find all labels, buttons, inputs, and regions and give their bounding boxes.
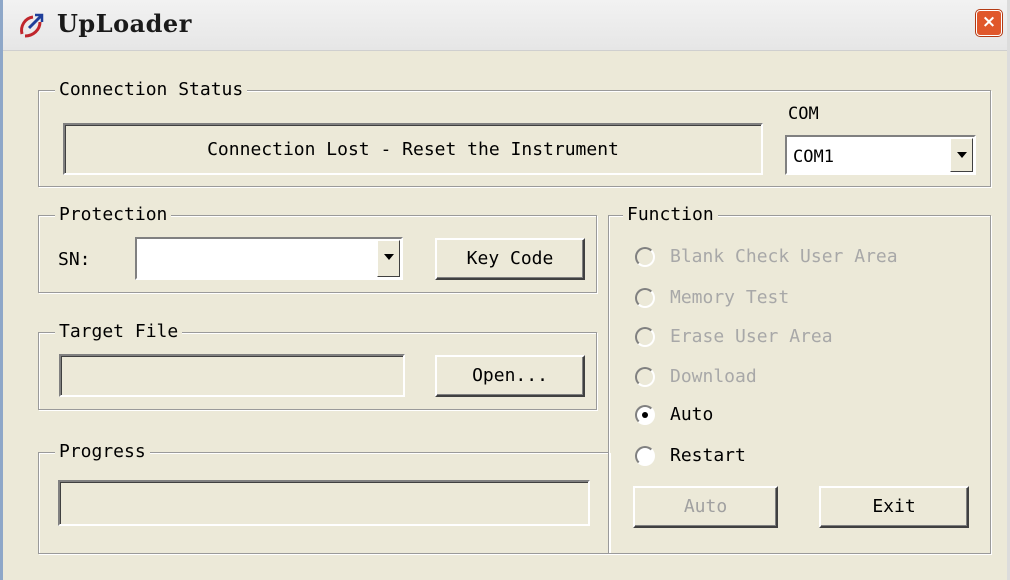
- uploader-window: UpLoader × Connection Status Connection …: [0, 0, 1010, 580]
- protection-legend: Protection: [55, 203, 172, 227]
- chevron-down-icon[interactable]: [377, 240, 400, 277]
- exit-button-label: Exit: [872, 496, 916, 517]
- progress-legend: Progress: [55, 440, 150, 464]
- uploader-app-icon: [20, 13, 44, 38]
- com-port-select[interactable]: COM1: [785, 135, 976, 175]
- com-port-value: COM1: [793, 147, 834, 167]
- connection-status-legend: Connection Status: [55, 78, 248, 102]
- connection-status-text: Connection Lost - Reset the Instrument: [207, 139, 619, 160]
- auto-run-button-label: Auto: [683, 496, 728, 517]
- radio-label: Memory Test: [670, 287, 790, 308]
- radio-label: Auto: [670, 404, 714, 425]
- chevron-down-icon[interactable]: [950, 138, 973, 172]
- target-file-path-field[interactable]: [59, 354, 405, 397]
- open-file-button-label: Open...: [472, 365, 548, 386]
- radio-button[interactable]: [635, 288, 655, 308]
- radio-label: Download: [670, 366, 757, 387]
- sn-select[interactable]: [135, 237, 403, 280]
- window-title: UpLoader: [57, 9, 192, 38]
- auto-run-button[interactable]: Auto: [633, 486, 778, 528]
- key-code-button-label: Key Code: [466, 248, 554, 269]
- open-file-button[interactable]: Open...: [435, 355, 585, 397]
- radio-button[interactable]: [635, 247, 655, 267]
- radio-selected-dot: [642, 412, 648, 418]
- exit-button[interactable]: Exit: [819, 486, 969, 528]
- radio-button[interactable]: [635, 327, 655, 347]
- radio-button[interactable]: [635, 405, 655, 425]
- radio-label: Erase User Area: [670, 326, 833, 347]
- close-icon[interactable]: ×: [976, 10, 1002, 36]
- target-file-legend: Target File: [55, 320, 183, 344]
- com-label: COM: [788, 104, 819, 124]
- radio-button[interactable]: [635, 446, 655, 466]
- radio-label: Restart: [670, 445, 746, 466]
- connection-status-display: Connection Lost - Reset the Instrument: [63, 123, 763, 175]
- sn-label: SN:: [58, 249, 91, 270]
- key-code-button[interactable]: Key Code: [435, 238, 585, 280]
- radio-label: Blank Check User Area: [670, 246, 898, 267]
- progress-bar: [58, 480, 590, 526]
- title-bar[interactable]: UpLoader ×: [3, 0, 1007, 51]
- radio-button[interactable]: [635, 367, 655, 387]
- function-legend: Function: [623, 203, 718, 227]
